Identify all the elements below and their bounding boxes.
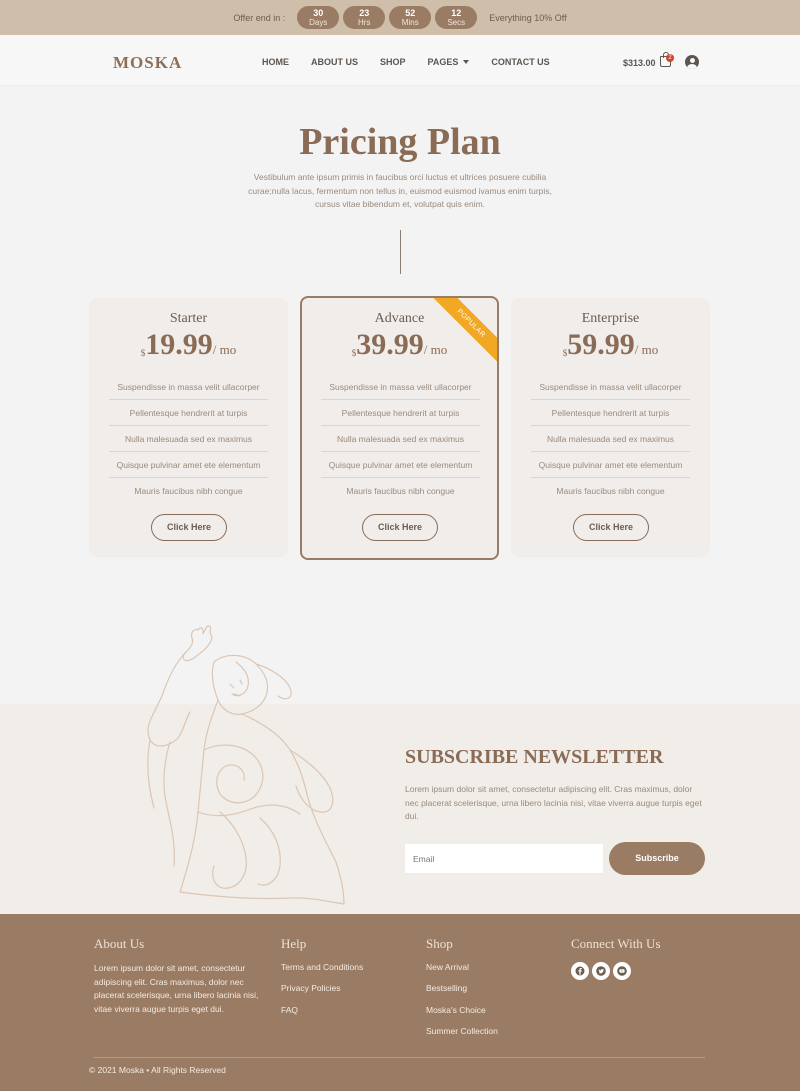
youtube-icon[interactable] bbox=[613, 962, 631, 980]
feature-item: Mauris faucibus nibh congue bbox=[346, 486, 455, 496]
pricing-title: Pricing Plan bbox=[299, 121, 501, 163]
footer-shop-title: Shop bbox=[426, 936, 453, 951]
price-period: / mo bbox=[423, 342, 448, 357]
countdown-seconds: 12 Secs bbox=[435, 6, 478, 29]
footer-link-terms[interactable]: Terms and Conditions bbox=[281, 962, 363, 983]
newsletter-description: Lorem ipsum dolor sit amet, consectetur … bbox=[405, 784, 702, 821]
starter-cta-button[interactable]: Click Here bbox=[151, 514, 227, 541]
countdown-value: 23 bbox=[359, 7, 370, 18]
social-links bbox=[571, 962, 661, 980]
advance-cta-button[interactable]: Click Here bbox=[362, 514, 438, 541]
copyright-text: © 2021 Moska • All Rights Reserved bbox=[89, 1065, 226, 1075]
user-account-icon[interactable] bbox=[685, 55, 699, 69]
feature-item: Suspendisse in massa velit ullacorper bbox=[531, 374, 690, 400]
feature-item: Nulla malesuada sed ex maximus bbox=[109, 426, 268, 452]
facebook-icon[interactable] bbox=[571, 962, 589, 980]
logo[interactable]: MOSKA bbox=[113, 53, 182, 73]
feature-item: Pellentesque hendrerit at turpis bbox=[531, 400, 690, 426]
countdown-unit: Mins bbox=[401, 17, 419, 27]
footer-link-new-arrival[interactable]: New Arrival bbox=[426, 962, 498, 983]
footer-link-summer-collection[interactable]: Summer Collection bbox=[426, 1026, 498, 1047]
footer-link-faq[interactable]: FAQ bbox=[281, 1005, 363, 1026]
nav-pages[interactable]: PAGES bbox=[428, 57, 470, 67]
footer-connect-title: Connect With Us bbox=[571, 936, 661, 951]
email-input[interactable] bbox=[405, 844, 603, 873]
footer-link-privacy[interactable]: Privacy Policies bbox=[281, 983, 363, 1004]
feature-item: Pellentesque hendrerit at turpis bbox=[321, 400, 480, 426]
price-amount: 59.99 bbox=[567, 328, 635, 361]
plan-price: $39.99/ mo bbox=[302, 328, 497, 362]
plan-name: Starter bbox=[169, 311, 208, 326]
cart-count-badge: 2 bbox=[666, 54, 674, 62]
nav-pages-label: PAGES bbox=[427, 57, 459, 67]
footer-link-moskas-choice[interactable]: Moska's Choice bbox=[426, 1005, 498, 1026]
footer-about: About Us Lorem ipsum dolor sit amet, con… bbox=[94, 936, 259, 1016]
countdown-value: 30 bbox=[313, 7, 324, 18]
nav-contact-us[interactable]: CONTACT US bbox=[491, 57, 549, 67]
countdown-hours: 23 Hrs bbox=[343, 6, 386, 29]
price-period: / mo bbox=[634, 342, 659, 357]
countdown-unit: Hrs bbox=[358, 17, 371, 27]
feature-item: Quisque pulvinar amet ete elementum bbox=[531, 452, 690, 478]
feature-list: Suspendisse in massa velit ullacorper Pe… bbox=[531, 374, 690, 504]
feature-item: Quisque pulvinar amet ete elementum bbox=[109, 452, 268, 478]
countdown-value: 52 bbox=[405, 7, 416, 18]
site-header: MOSKA HOME ABOUT US SHOP PAGES CONTACT U… bbox=[0, 35, 800, 86]
offer-bar: Offer end in : 30 Days 23 Hrs 52 Mins 12… bbox=[0, 0, 800, 35]
pricing-card-enterprise: Enterprise $59.99/ mo Suspendisse in mas… bbox=[511, 298, 710, 557]
divider-line bbox=[400, 230, 401, 274]
footer-help-title: Help bbox=[281, 936, 307, 951]
site-footer: About Us Lorem ipsum dolor sit amet, con… bbox=[0, 914, 800, 1091]
feature-item: Suspendisse in massa velit ullacorper bbox=[321, 374, 480, 400]
chevron-down-icon bbox=[463, 60, 470, 64]
pricing-card-advance: POPULAR Advance $39.99/ mo Suspendisse i… bbox=[300, 296, 499, 560]
plan-name: Advance bbox=[374, 311, 425, 326]
footer-help: Help Terms and Conditions Privacy Polici… bbox=[281, 936, 363, 1026]
cart-total[interactable]: $313.00 bbox=[623, 58, 656, 68]
countdown-value: 12 bbox=[451, 7, 462, 18]
countdown-unit: Days bbox=[309, 17, 328, 27]
feature-item: Nulla malesuada sed ex maximus bbox=[531, 426, 690, 452]
countdown-minutes: 52 Mins bbox=[389, 6, 432, 29]
feature-item: Mauris faucibus nibh congue bbox=[556, 486, 665, 496]
feature-item: Quisque pulvinar amet ete elementum bbox=[321, 452, 480, 478]
footer-link-bestselling[interactable]: Bestselling bbox=[426, 983, 498, 1004]
feature-item: Pellentesque hendrerit at turpis bbox=[109, 400, 268, 426]
offer-deal-text: Everything 10% Off bbox=[489, 12, 567, 23]
subscribe-button[interactable]: Subscribe bbox=[609, 842, 705, 875]
nav-shop[interactable]: SHOP bbox=[380, 57, 406, 67]
price-amount: 19.99 bbox=[145, 328, 213, 361]
footer-shop: Shop New Arrival Bestselling Moska's Cho… bbox=[426, 936, 498, 1047]
feature-list: Suspendisse in massa velit ullacorper Pe… bbox=[321, 374, 480, 504]
plan-price: $59.99/ mo bbox=[511, 328, 710, 362]
newsletter-title: SUBSCRIBE NEWSLETTER bbox=[405, 746, 664, 768]
offer-label: Offer end in : bbox=[233, 12, 286, 23]
plan-price: $19.99/ mo bbox=[89, 328, 288, 362]
pricing-card-starter: Starter $19.99/ mo Suspendisse in massa … bbox=[89, 298, 288, 557]
countdown-unit: Secs bbox=[447, 17, 466, 27]
woman-line-art-illustration bbox=[147, 625, 345, 905]
twitter-icon[interactable] bbox=[592, 962, 610, 980]
feature-item: Mauris faucibus nibh congue bbox=[134, 486, 243, 496]
footer-about-title: About Us bbox=[94, 936, 145, 951]
feature-item: Suspendisse in massa velit ullacorper bbox=[109, 374, 268, 400]
nav-home[interactable]: HOME bbox=[262, 57, 289, 67]
feature-list: Suspendisse in massa velit ullacorper Pe… bbox=[109, 374, 268, 504]
price-period: / mo bbox=[212, 342, 237, 357]
price-amount: 39.99 bbox=[356, 328, 424, 361]
plan-name: Enterprise bbox=[581, 311, 640, 326]
main-nav: HOME ABOUT US SHOP PAGES CONTACT US bbox=[262, 57, 572, 67]
feature-item: Nulla malesuada sed ex maximus bbox=[321, 426, 480, 452]
footer-about-text: Lorem ipsum dolor sit amet, consectetur … bbox=[94, 963, 259, 1014]
footer-divider bbox=[94, 1057, 705, 1058]
enterprise-cta-button[interactable]: Click Here bbox=[573, 514, 649, 541]
footer-connect: Connect With Us bbox=[571, 936, 661, 980]
nav-about-us[interactable]: ABOUT US bbox=[311, 57, 358, 67]
pricing-description: Vestibulum ante ipsum primis in faucibus… bbox=[248, 172, 552, 209]
countdown-days: 30 Days bbox=[297, 6, 340, 29]
